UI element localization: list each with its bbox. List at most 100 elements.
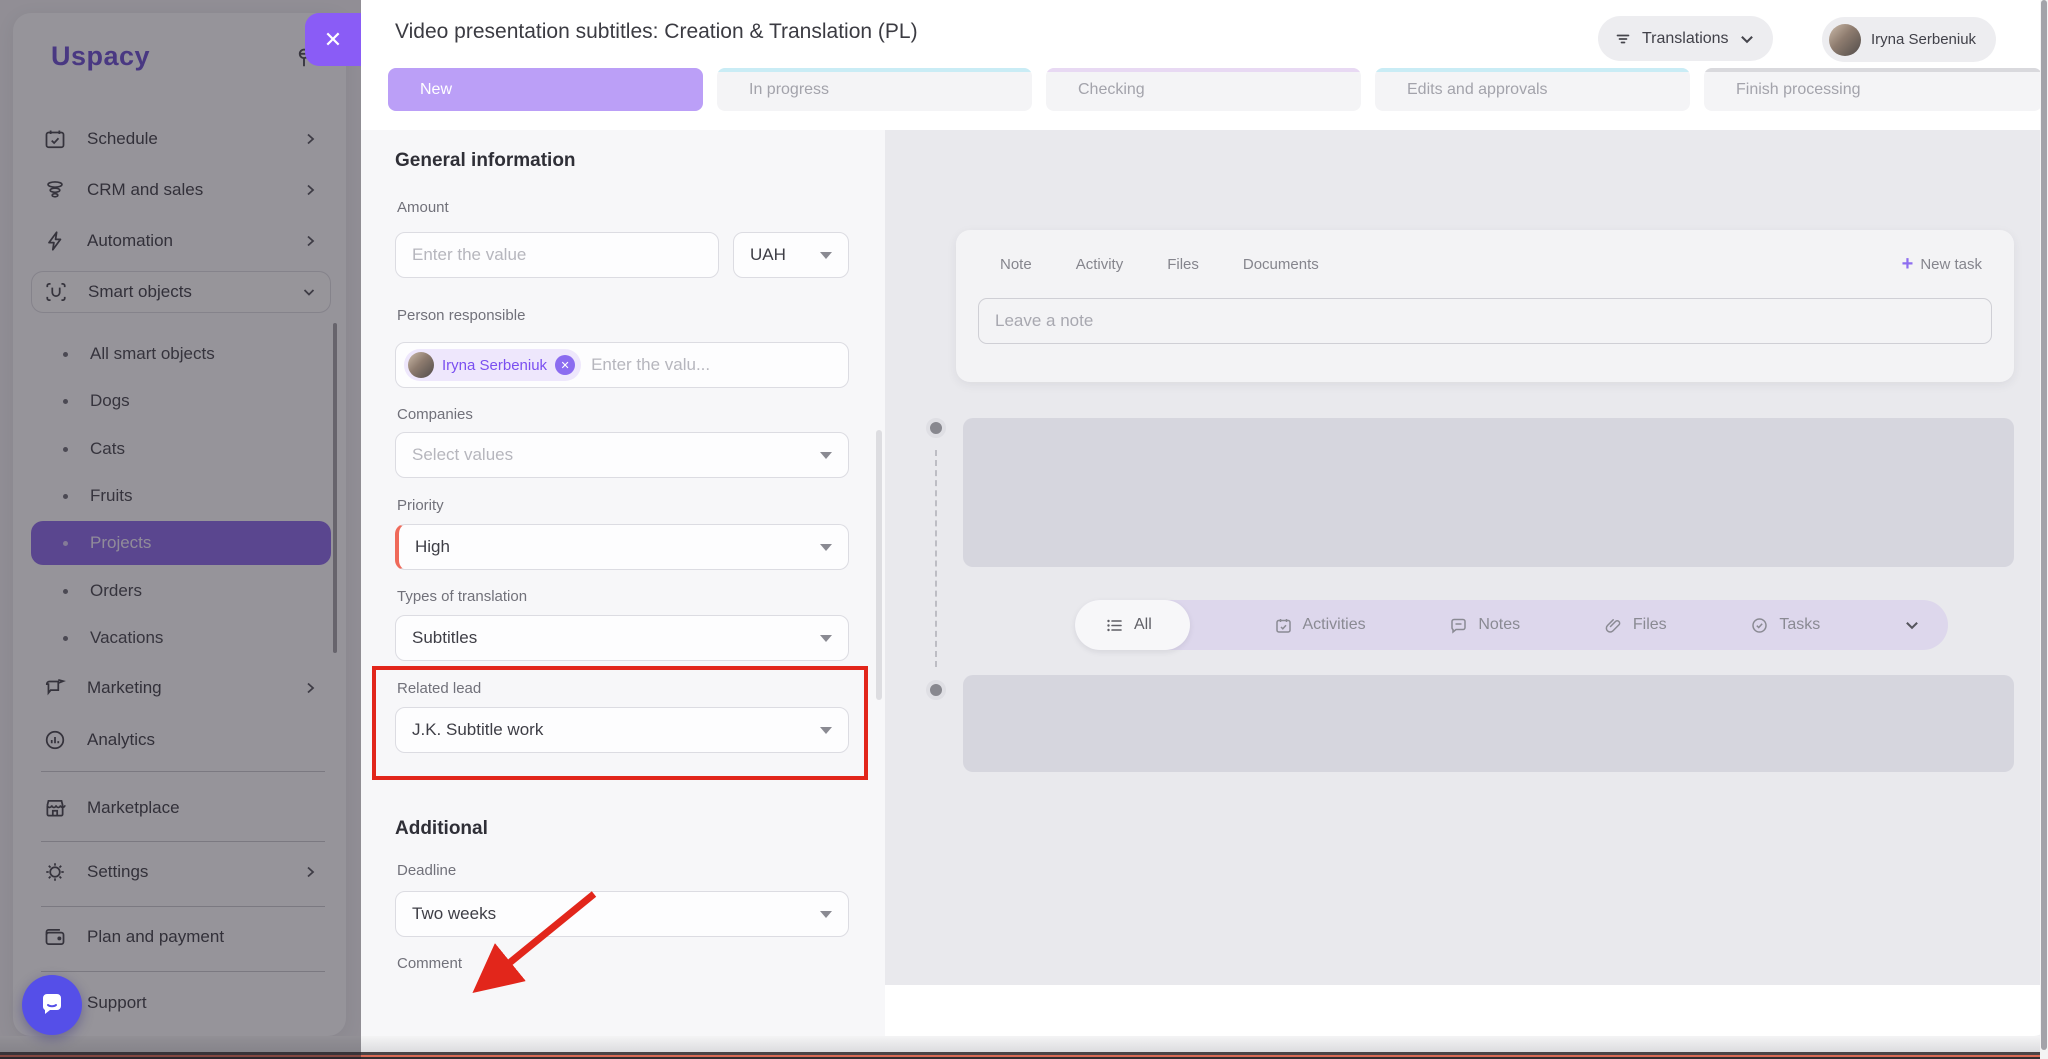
person-chip-name: Iryna Serbeniuk — [442, 357, 547, 374]
deadline-value: Two weeks — [412, 904, 496, 924]
stage-label: Checking — [1078, 81, 1145, 99]
timeline-dot — [926, 680, 946, 700]
filter-activities[interactable]: Activities — [1274, 616, 1366, 635]
deadline-select[interactable]: Two weeks — [395, 891, 849, 937]
translations-dropdown[interactable]: Translations — [1598, 16, 1773, 61]
priority-label: Priority — [397, 497, 444, 514]
note-input[interactable] — [995, 311, 1975, 331]
filter-tasks[interactable]: Tasks — [1750, 616, 1820, 635]
stage-checking[interactable]: Checking — [1046, 68, 1361, 111]
timeline-item-placeholder — [963, 418, 2014, 567]
window-scrollbar[interactable] — [2040, 0, 2048, 1059]
paperclip-icon — [1604, 616, 1623, 635]
timeline-filterbar: All Activities Notes Files — [1075, 600, 1948, 650]
timeline-dot — [926, 418, 946, 438]
types-value: Subtitles — [412, 628, 477, 648]
section-general-information: General information — [395, 150, 576, 172]
plus-icon: + — [1902, 254, 1914, 274]
annotation-highlight-box — [372, 666, 868, 780]
priority-value: High — [415, 537, 450, 557]
stage-accent — [1704, 68, 2042, 72]
stage-label: In progress — [749, 81, 829, 99]
stage-accent — [1046, 68, 1361, 72]
user-menu[interactable]: Iryna Serbeniuk — [1822, 17, 1996, 62]
companies-placeholder: Select values — [412, 445, 513, 465]
stage-label: New — [420, 81, 452, 99]
dropdown-caret-icon — [820, 252, 832, 259]
translations-label: Translations — [1642, 30, 1729, 48]
chat-bubble-icon — [37, 990, 67, 1020]
filter-label: All — [1134, 616, 1152, 634]
close-modal-button[interactable]: ✕ — [305, 13, 361, 66]
amount-input[interactable] — [412, 245, 702, 265]
modal-backdrop[interactable] — [0, 0, 361, 1059]
remove-chip-icon[interactable]: ✕ — [555, 355, 575, 375]
check-circle-icon — [1750, 616, 1769, 635]
modal-header: Video presentation subtitles: Creation &… — [361, 0, 2048, 130]
calendar-icon — [1274, 616, 1293, 635]
user-name: Iryna Serbeniuk — [1871, 31, 1976, 48]
stage-finish-processing[interactable]: Finish processing — [1704, 68, 2042, 111]
person-input[interactable] — [591, 355, 832, 375]
new-task-label: New task — [1920, 256, 1982, 273]
tab-files[interactable]: Files — [1167, 256, 1199, 273]
types-of-translation-select[interactable]: Subtitles — [395, 615, 849, 661]
stage-edits-approvals[interactable]: Edits and approvals — [1375, 68, 1690, 111]
note-composer-card: Note Activity Files Documents + New task — [956, 230, 2014, 382]
record-activity-panel: Note Activity Files Documents + New task — [885, 130, 2048, 985]
form-scrollbar[interactable] — [876, 430, 882, 700]
section-additional: Additional — [395, 818, 488, 840]
filter-label: Tasks — [1779, 616, 1820, 634]
companies-label: Companies — [397, 406, 473, 423]
types-of-translation-label: Types of translation — [397, 588, 527, 605]
message-icon — [1449, 616, 1468, 635]
filter-label: Notes — [1478, 616, 1520, 634]
stage-accent — [717, 68, 1032, 72]
amount-label: Amount — [397, 199, 449, 216]
comment-label: Comment — [397, 955, 462, 972]
record-title: Video presentation subtitles: Creation &… — [395, 20, 918, 44]
timeline-item-placeholder — [963, 675, 2014, 772]
tab-note[interactable]: Note — [1000, 256, 1032, 273]
currency-select[interactable]: UAH — [733, 232, 849, 278]
dropdown-caret-icon — [820, 635, 832, 642]
filter-files[interactable]: Files — [1604, 616, 1667, 635]
priority-select[interactable]: High — [395, 524, 849, 570]
record-modal: Video presentation subtitles: Creation &… — [361, 0, 2048, 1036]
dropdown-caret-icon — [820, 452, 832, 459]
filter-label: Files — [1633, 616, 1667, 634]
edit-form: General information Amount UAH Person re… — [361, 130, 885, 1036]
currency-value: UAH — [750, 245, 786, 265]
companies-select[interactable]: Select values — [395, 432, 849, 478]
stage-in-progress[interactable]: In progress — [717, 68, 1032, 111]
deadline-label: Deadline — [397, 862, 456, 879]
dropdown-caret-icon — [820, 544, 832, 551]
new-task-button[interactable]: + New task — [1902, 254, 1982, 274]
avatar — [408, 352, 434, 378]
tab-documents[interactable]: Documents — [1243, 256, 1319, 273]
dropdown-caret-icon — [820, 911, 832, 918]
person-responsible-label: Person responsible — [397, 307, 525, 324]
filter-notes[interactable]: Notes — [1449, 616, 1520, 635]
composer-tabs: Note Activity Files Documents — [1000, 256, 1319, 273]
timeline-line — [935, 450, 937, 667]
stage-label: Finish processing — [1736, 81, 1861, 99]
filter-label: Activities — [1303, 616, 1366, 634]
amount-field[interactable] — [395, 232, 719, 278]
scrollbar-thumb[interactable] — [2041, 0, 2047, 1050]
stage-accent — [1375, 68, 1690, 72]
person-chip[interactable]: Iryna Serbeniuk ✕ — [404, 349, 581, 381]
filter-all[interactable]: All — [1075, 600, 1190, 650]
note-input-wrapper[interactable] — [978, 298, 1992, 344]
chevron-down-icon[interactable] — [1904, 617, 1920, 633]
tab-activity[interactable]: Activity — [1076, 256, 1124, 273]
person-responsible-field[interactable]: Iryna Serbeniuk ✕ — [395, 342, 849, 388]
pipeline-stages: New In progress Checking Edits and appro… — [388, 68, 2042, 111]
chat-launcher-button[interactable] — [22, 975, 82, 1035]
avatar — [1829, 24, 1861, 56]
list-icon — [1105, 616, 1124, 635]
stage-label: Edits and approvals — [1407, 81, 1548, 99]
filter-lines-icon — [1614, 30, 1632, 48]
close-icon: ✕ — [324, 27, 342, 53]
stage-new[interactable]: New — [388, 68, 703, 111]
